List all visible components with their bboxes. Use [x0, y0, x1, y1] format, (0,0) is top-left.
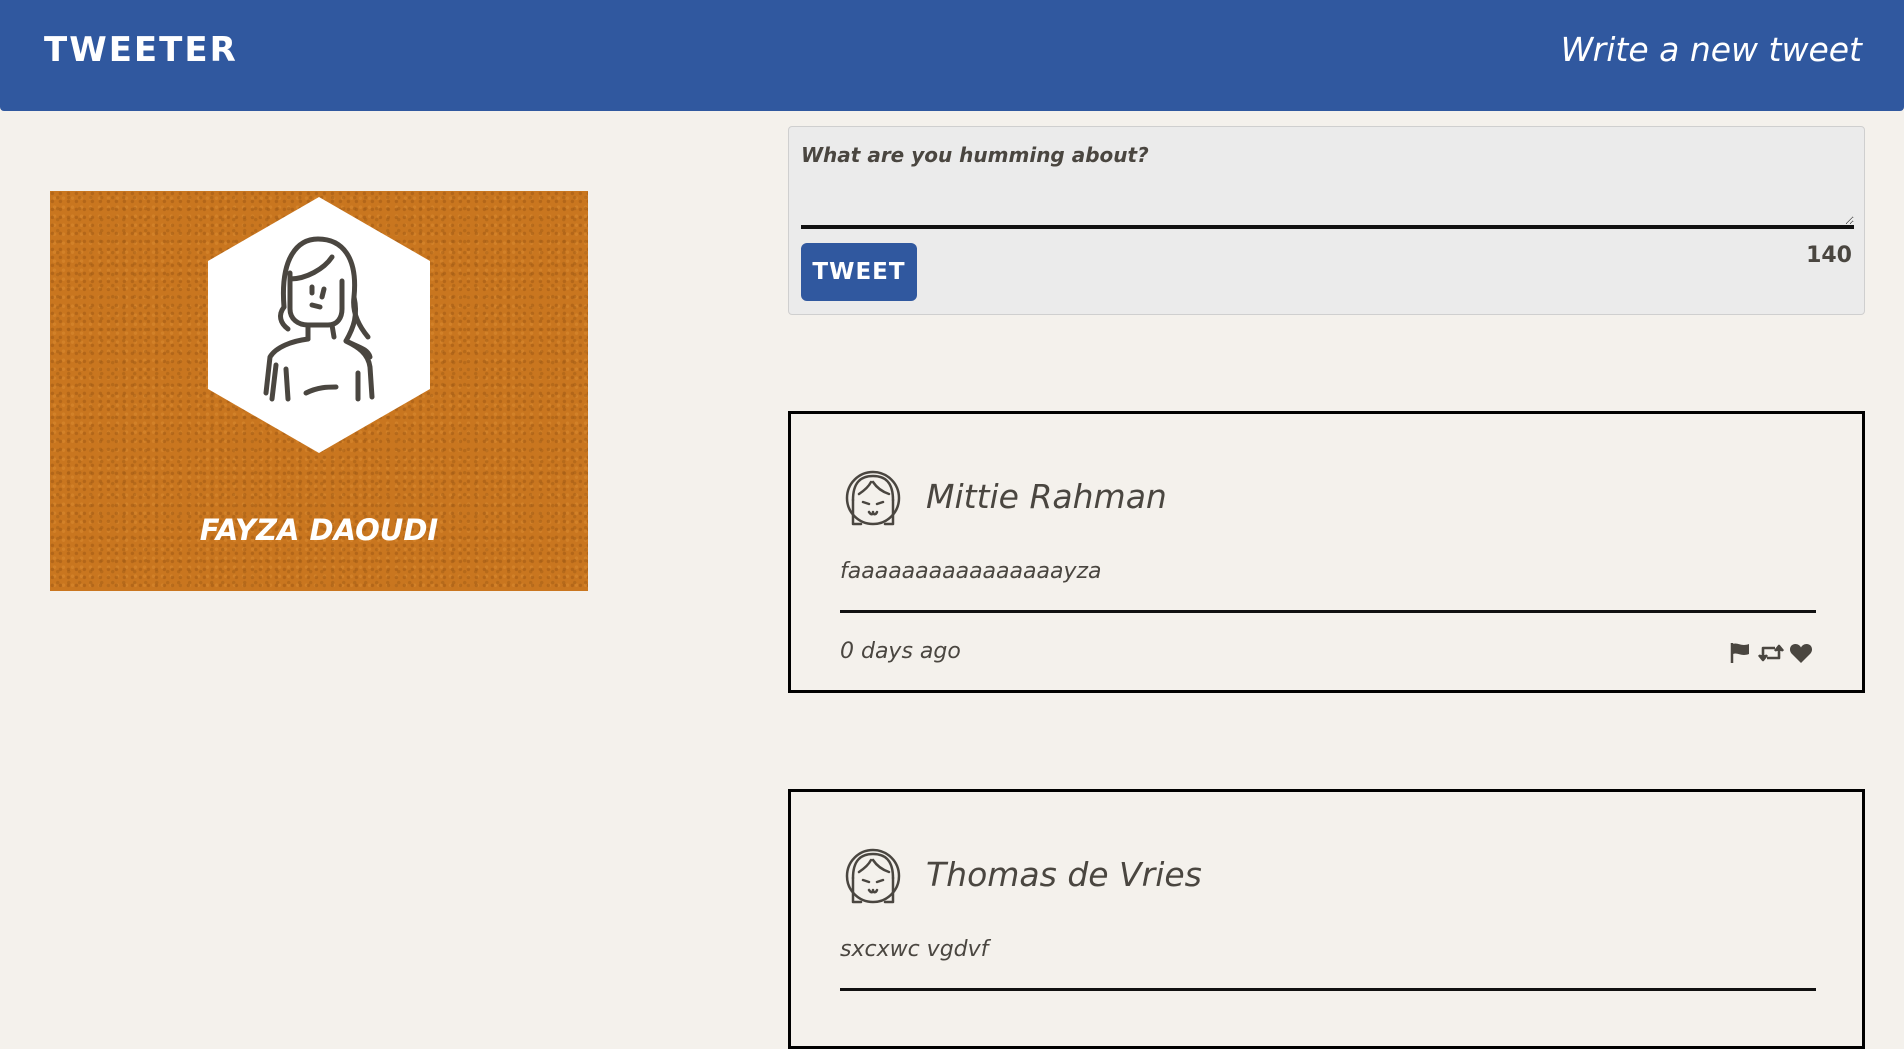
retweet-icon[interactable] [1758, 640, 1784, 666]
girl-face-avatar-icon [845, 848, 901, 904]
flag-icon[interactable] [1728, 640, 1754, 666]
profile-avatar [208, 197, 430, 453]
tweet-author: Thomas de Vries [926, 855, 1202, 894]
tweet-text: faaaaaaaaaaaaaaaayza [840, 559, 1102, 584]
girl-face-avatar-icon [845, 470, 901, 526]
profile-card: FAYZA DAOUDI [50, 191, 588, 591]
brand-logo[interactable]: TWEETER [44, 30, 238, 70]
tweet-input[interactable] [801, 135, 1854, 229]
tweet-button[interactable]: TWEET [801, 243, 917, 301]
tweet-card: Thomas de Vries sxcxwc vgdvf [788, 789, 1865, 1049]
tweet-timestamp: 0 days ago [840, 639, 961, 664]
profile-name: FAYZA DAOUDI [199, 513, 439, 547]
tweet-divider [840, 610, 1816, 613]
tweet-author: Mittie Rahman [926, 477, 1167, 516]
tweet-text: sxcxwc vgdvf [840, 937, 989, 962]
write-new-tweet-link[interactable]: Write a new tweet [1561, 30, 1862, 69]
character-counter: 140 [1806, 243, 1852, 268]
heart-icon[interactable] [1788, 640, 1814, 666]
tweet-composer: TWEET 140 [788, 126, 1865, 315]
tweet-card: Mittie Rahman faaaaaaaaaaaaaaaayza 0 day… [788, 411, 1865, 693]
top-nav: TWEETER Write a new tweet [0, 0, 1904, 111]
tweet-actions [1728, 640, 1814, 666]
